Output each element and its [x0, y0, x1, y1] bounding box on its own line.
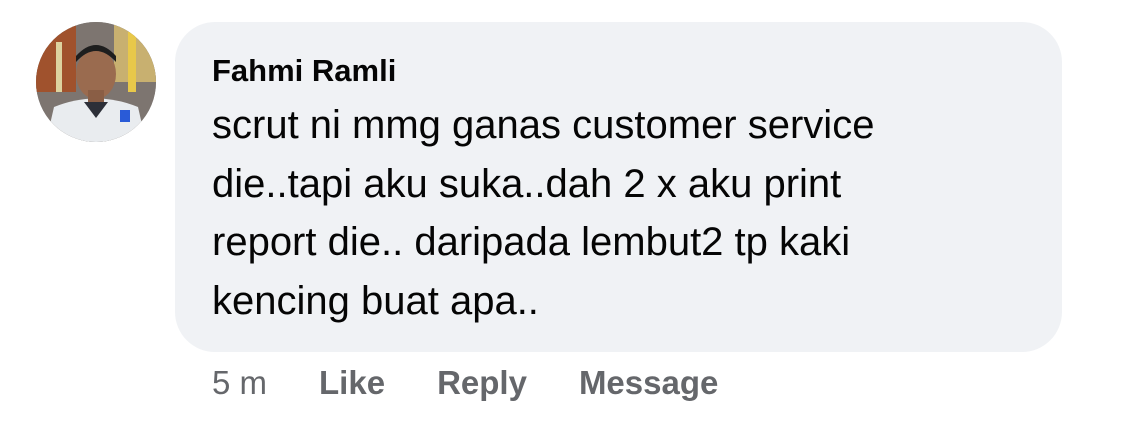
reply-button[interactable]: Reply: [437, 364, 527, 402]
comment-timestamp[interactable]: 5 m: [212, 364, 267, 402]
message-button[interactable]: Message: [579, 364, 718, 402]
profile-photo-icon: [36, 22, 156, 142]
like-button[interactable]: Like: [319, 364, 385, 402]
comment-actions: 5 m Like Reply Message: [212, 360, 770, 406]
comment-author-name[interactable]: Fahmi Ramli: [212, 49, 1026, 93]
comment-bubble: Fahmi Ramli scrut ni mmg ganas customer …: [175, 22, 1062, 352]
comment-text: scrut ni mmg ganas customer service die.…: [212, 103, 875, 323]
avatar[interactable]: [36, 22, 156, 142]
